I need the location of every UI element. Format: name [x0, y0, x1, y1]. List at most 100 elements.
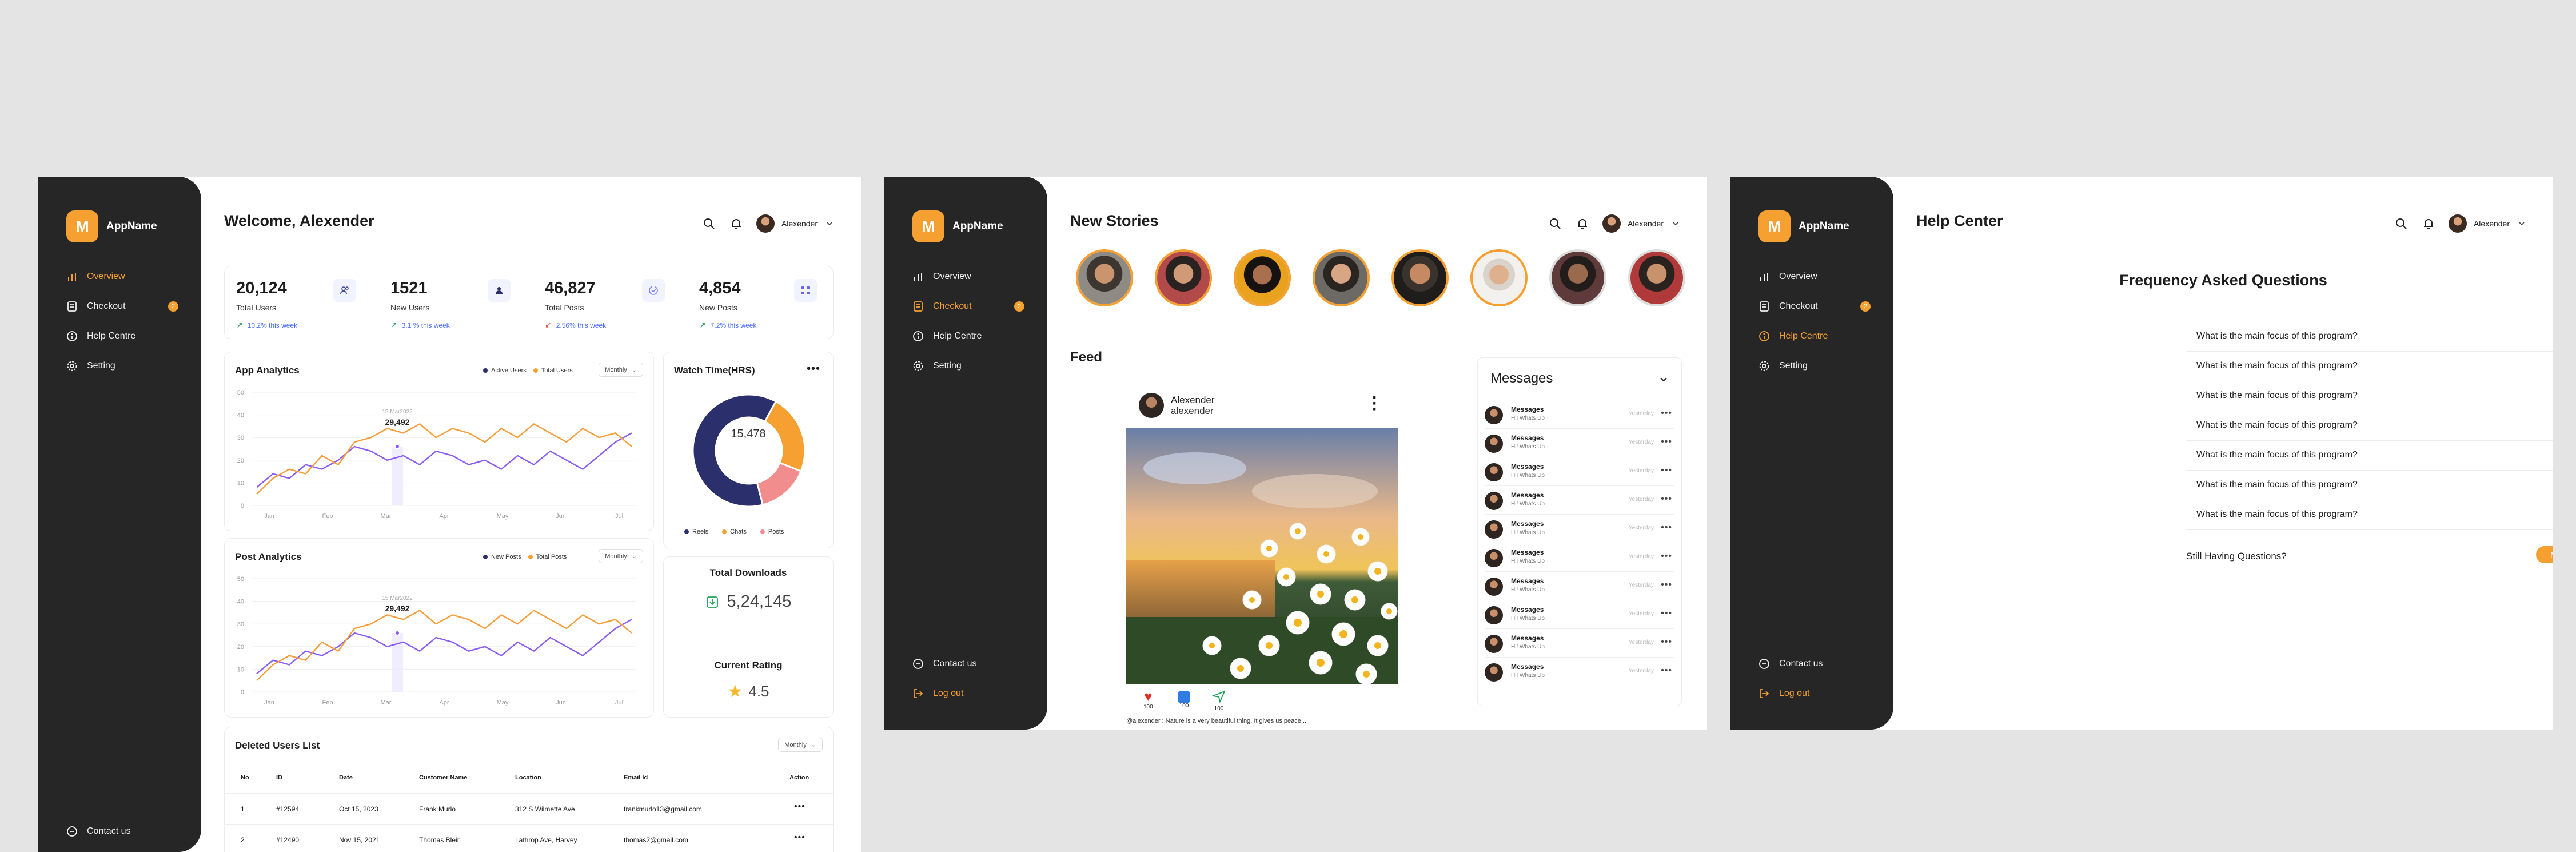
faq-item[interactable]: What is the main focus of this program?: [2186, 471, 2553, 500]
message-item[interactable]: Messages Hi! Whats Up Yesterday •••: [1485, 515, 1674, 543]
chevron-down-icon[interactable]: [1658, 374, 1669, 384]
mail-us-button[interactable]: Mail Us: [2536, 546, 2553, 563]
downloads-rating-card: Total Downloads 5,24,145 Current Rating …: [663, 556, 834, 718]
sidebar-item-setting[interactable]: Setting: [912, 355, 1024, 377]
post-analytics-card: Post Analytics New Posts Total Posts Mon…: [224, 538, 654, 718]
faq-item[interactable]: What is the main focus of this program?: [2186, 500, 2553, 530]
cell: thomas2@gmail.com: [624, 836, 688, 844]
message-item[interactable]: Messages Hi! Whats Up Yesterday •••: [1485, 600, 1674, 629]
chevron-down-icon[interactable]: [2518, 220, 2526, 228]
share-action[interactable]: 100: [1211, 690, 1226, 712]
sidebar-item-help[interactable]: Help Centre: [1758, 325, 1871, 348]
story-avatar[interactable]: [1470, 249, 1528, 306]
story-avatar[interactable]: [1155, 249, 1212, 306]
user-name[interactable]: Alexender: [781, 219, 818, 228]
sidebar-item-help[interactable]: Help Centre: [912, 325, 1024, 348]
sidebar-item-help[interactable]: Help Centre: [66, 325, 178, 348]
more-icon[interactable]: •••: [1661, 551, 1672, 562]
sidebar-item-setting[interactable]: Setting: [66, 355, 178, 377]
like-action[interactable]: ♥ 100: [1143, 690, 1153, 711]
app-logo[interactable]: M AppName: [1758, 210, 1849, 242]
faq-item[interactable]: What is the main focus of this program?: [2186, 352, 2553, 381]
bell-icon[interactable]: [2422, 217, 2435, 230]
sidebar-item-overview[interactable]: Overview: [1758, 265, 1871, 288]
more-icon[interactable]: •••: [1661, 523, 1672, 533]
col-header: Location: [515, 774, 541, 781]
sidebar-item-contact[interactable]: Contact us: [66, 820, 178, 843]
search-icon[interactable]: [1549, 217, 1561, 230]
message-item[interactable]: Messages Hi! Whats Up Yesterday •••: [1485, 572, 1674, 600]
message-item[interactable]: Messages Hi! Whats Up Yesterday •••: [1485, 400, 1674, 429]
app-logo[interactable]: M AppName: [912, 210, 1003, 242]
faq-item[interactable]: What is the main focus of this program?: [2186, 322, 2553, 352]
message-preview: Hi! Whats Up: [1511, 587, 1545, 593]
message-title: Messages: [1511, 405, 1544, 413]
message-item[interactable]: Messages Hi! Whats Up Yesterday •••: [1485, 543, 1674, 572]
more-icon[interactable]: •••: [1661, 408, 1672, 419]
story-avatar[interactable]: [1313, 249, 1370, 306]
sidebar-item-checkout[interactable]: Checkout 2: [1758, 295, 1871, 318]
user-name[interactable]: Alexender: [1628, 219, 1664, 228]
row-actions-icon[interactable]: •••: [794, 833, 806, 843]
search-icon[interactable]: [703, 217, 715, 230]
period-dropdown[interactable]: Monthly ⌄: [778, 738, 823, 752]
sidebar-item-checkout[interactable]: Checkout 2: [912, 295, 1024, 318]
message-item[interactable]: Messages Hi! Whats Up Yesterday •••: [1485, 629, 1674, 658]
more-icon[interactable]: •••: [1661, 465, 1672, 476]
bell-icon[interactable]: [1576, 217, 1589, 230]
post-author[interactable]: Alexender: [1171, 395, 1215, 406]
avatar[interactable]: [756, 214, 775, 233]
message-item[interactable]: Messages Hi! Whats Up Yesterday •••: [1485, 486, 1674, 515]
x-tick-label: Apr: [439, 699, 449, 706]
sidebar-item-overview[interactable]: Overview: [912, 265, 1024, 288]
more-icon[interactable]: •••: [1661, 666, 1672, 676]
faq-item[interactable]: What is the main focus of this program?: [2186, 381, 2553, 411]
col-header[interactable]: Customer Name: [419, 774, 467, 781]
message-time: Yesterday: [1628, 582, 1654, 588]
message-avatar: [1485, 578, 1503, 596]
sidebar-item-contact[interactable]: Contact us: [1758, 652, 1871, 675]
chevron-down-icon[interactable]: [1672, 220, 1680, 228]
sidebar-item-logout[interactable]: Log out: [1758, 682, 1871, 705]
stat-value: 4,854: [699, 279, 741, 297]
more-icon[interactable]: •••: [1661, 494, 1672, 504]
sidebar-item-overview[interactable]: Overview: [66, 265, 178, 288]
bell-icon[interactable]: [730, 217, 743, 230]
col-header[interactable]: ID: [276, 774, 282, 781]
message-item[interactable]: Messages Hi! Whats Up Yesterday •••: [1485, 429, 1674, 457]
receipt-icon: [1760, 301, 1769, 312]
story-avatar[interactable]: [1628, 249, 1685, 306]
search-icon[interactable]: [2395, 217, 2407, 230]
story-avatar[interactable]: [1076, 249, 1133, 306]
avatar[interactable]: [2448, 214, 2467, 233]
stat-total-posts: 46,827 Total Posts ↙ 2.56% this week: [533, 266, 682, 339]
message-item[interactable]: Messages Hi! Whats Up Yesterday •••: [1485, 457, 1674, 486]
sidebar-item-logout[interactable]: Log out: [912, 682, 1024, 705]
chat-icon: [913, 659, 923, 669]
comment-action[interactable]: 100: [1178, 691, 1190, 709]
chevron-down-icon[interactable]: [826, 220, 834, 228]
downloads-value: 5,24,145: [727, 592, 792, 611]
faq-item[interactable]: What is the main focus of this program?: [2186, 441, 2553, 471]
more-icon[interactable]: •••: [1661, 637, 1672, 647]
app-logo[interactable]: M AppName: [66, 210, 157, 242]
sidebar-item-contact[interactable]: Contact us: [912, 652, 1024, 675]
post-avatar[interactable]: [1139, 393, 1164, 418]
story-avatar[interactable]: [1391, 249, 1449, 306]
avatar[interactable]: [1602, 214, 1621, 233]
story-avatar[interactable]: [1549, 249, 1606, 306]
story-avatar[interactable]: [1234, 249, 1291, 306]
post-menu-icon[interactable]: · · ·: [1372, 389, 1378, 418]
checkout-badge: 2: [1014, 301, 1024, 312]
faq-question: What is the main focus of this program?: [2196, 509, 2358, 519]
user-name[interactable]: Alexender: [2474, 219, 2510, 228]
more-icon[interactable]: •••: [1661, 608, 1672, 619]
message-item[interactable]: Messages Hi! Whats Up Yesterday •••: [1485, 658, 1674, 686]
row-actions-icon[interactable]: •••: [794, 802, 806, 812]
faq-item[interactable]: What is the main focus of this program?: [2186, 411, 2553, 441]
post-image[interactable]: [1126, 428, 1398, 684]
sidebar-item-checkout[interactable]: Checkout 2: [66, 295, 178, 318]
more-icon[interactable]: •••: [1661, 580, 1672, 590]
sidebar-item-setting[interactable]: Setting: [1758, 355, 1871, 377]
more-icon[interactable]: •••: [1661, 437, 1672, 447]
